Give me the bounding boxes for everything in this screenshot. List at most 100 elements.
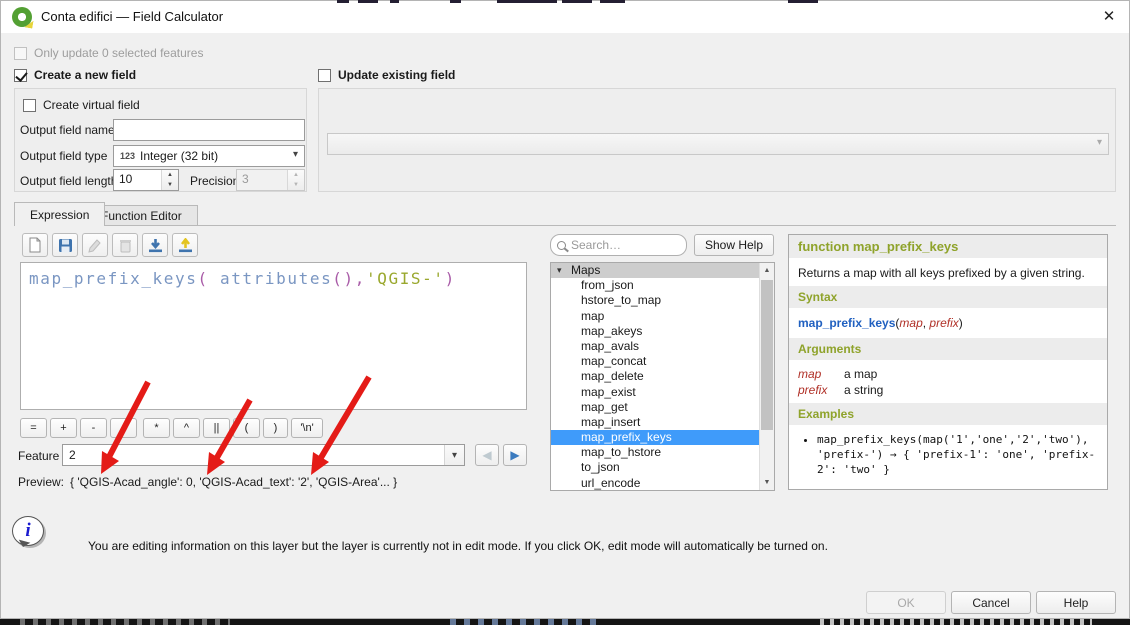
spin-up-icon: ▲ (288, 170, 304, 180)
spin-down-icon: ▼ (288, 180, 304, 190)
show-help-button[interactable]: Show Help (694, 234, 774, 256)
expression-inner-function: attributes (220, 269, 332, 288)
previous-feature-button[interactable]: ◀ (475, 444, 499, 466)
chevron-down-icon: ▾ (293, 149, 298, 160)
cancel-button[interactable]: Cancel (951, 591, 1031, 614)
help-syntax-heading: Syntax (789, 286, 1107, 308)
tree-collapse-icon[interactable]: ▾ (557, 263, 562, 278)
precision-value: 3 (242, 172, 249, 186)
help-arguments-heading: Arguments (789, 338, 1107, 360)
function-item[interactable]: map_exist (551, 385, 759, 400)
existing-field-select[interactable]: ▾ (327, 133, 1109, 155)
preview-value: { 'QGIS-Acad_angle': 0, 'QGIS-Acad_text'… (70, 475, 397, 489)
spin-down-icon[interactable]: ▼ (162, 180, 178, 190)
spinner-arrows[interactable]: ▲ ▼ (287, 170, 304, 190)
tab-expression[interactable]: Expression (14, 202, 105, 226)
search-icon (557, 241, 566, 250)
function-group-maps[interactable]: ▾ Maps (551, 263, 759, 278)
search-input[interactable] (571, 238, 680, 252)
output-field-name-input[interactable] (113, 119, 305, 141)
function-item[interactable]: map_insert (551, 415, 759, 430)
operator-button-plus[interactable]: + (50, 418, 77, 438)
help-example: map_prefix_keys(map('1','one','2','two')… (817, 433, 1107, 478)
scroll-up-icon[interactable]: ▲ (760, 263, 774, 278)
output-field-name-label: Output field name (20, 123, 115, 137)
function-group-label: Maps (571, 263, 600, 277)
new-expression-button[interactable] (22, 233, 48, 257)
output-field-type-select[interactable]: 123 Integer (32 bit) ▾ (113, 145, 305, 167)
arrow-up-tray-icon (178, 238, 193, 253)
function-item[interactable]: map_avals (551, 339, 759, 354)
expression-editor[interactable]: map_prefix_keys( attributes(),'QGIS-') (20, 262, 527, 410)
function-item[interactable]: map_get (551, 400, 759, 415)
function-item[interactable]: map_concat (551, 354, 759, 369)
next-feature-button[interactable]: ▶ (503, 444, 527, 466)
function-list-scrollbar[interactable]: ▲ ▼ (759, 263, 774, 490)
function-item[interactable]: map_to_hstore (551, 445, 759, 460)
operator-button-minus[interactable]: - (80, 418, 107, 438)
edit-expression-button[interactable] (82, 233, 108, 257)
function-item[interactable]: from_json (551, 278, 759, 293)
save-expression-button[interactable] (52, 233, 78, 257)
close-icon[interactable]: ✕ (1096, 5, 1122, 27)
feature-combobox[interactable]: 2 ▾ (62, 444, 465, 466)
function-item[interactable]: map_delete (551, 369, 759, 384)
spin-up-icon[interactable]: ▲ (162, 170, 178, 180)
operator-button-divide[interactable]: / (110, 418, 137, 438)
delete-expression-button[interactable] (112, 233, 138, 257)
preview-row: Preview: { 'QGIS-Acad_angle': 0, 'QGIS-Ac… (18, 475, 397, 489)
operator-button-multiply[interactable]: * (143, 418, 170, 438)
checkbox-icon[interactable] (23, 99, 36, 112)
background-app-artifacts (0, 0, 1130, 3)
spinner-arrows[interactable]: ▲ ▼ (161, 170, 178, 190)
feature-label: Feature (18, 449, 59, 463)
scroll-down-icon[interactable]: ▼ (760, 475, 774, 490)
checkbox-icon[interactable] (14, 47, 27, 60)
export-expression-button[interactable] (172, 233, 198, 257)
expression-string: 'QGIS-' (366, 269, 445, 288)
operator-button-open-paren[interactable]: ( (233, 418, 260, 438)
trash-icon (119, 238, 132, 253)
create-new-field-checkbox[interactable]: Create a new field (14, 67, 136, 83)
precision-label: Precision (190, 174, 239, 188)
output-field-length-stepper[interactable]: 10 ▲ ▼ (113, 169, 179, 191)
operator-button-equals[interactable]: = (20, 418, 47, 438)
only-update-checkbox[interactable]: Only update 0 selected features (14, 45, 203, 61)
tab-expression-label: Expression (30, 208, 89, 222)
function-item[interactable]: hstore_to_map (551, 293, 759, 308)
checkbox-checked-icon[interactable] (14, 69, 27, 82)
operator-button-close-paren[interactable]: ) (263, 418, 288, 438)
function-item-selected[interactable]: map_prefix_keys (551, 430, 759, 445)
function-item[interactable]: url_encode (551, 476, 759, 491)
function-item[interactable]: to_json (551, 460, 759, 475)
function-item[interactable]: map (551, 309, 759, 324)
output-field-type-value: Integer (32 bit) (140, 149, 218, 163)
help-examples-heading: Examples (789, 403, 1107, 425)
chevron-down-icon: ▾ (1097, 137, 1102, 148)
create-virtual-field-checkbox[interactable]: Create virtual field (23, 97, 140, 113)
title-bar: Conta edifici — Field Calculator ✕ (0, 0, 1130, 33)
function-search[interactable] (550, 234, 687, 256)
update-existing-field-checkbox[interactable]: Update existing field (318, 67, 455, 83)
checkbox-icon[interactable] (318, 69, 331, 82)
operator-button-newline[interactable]: '\n' (291, 418, 323, 438)
help-description: Returns a map with all keys prefixed by … (789, 258, 1107, 286)
chevron-down-icon[interactable]: ▾ (444, 445, 464, 465)
help-examples: map_prefix_keys(map('1','one','2','two')… (817, 433, 1107, 478)
preview-label: Preview: (18, 475, 64, 489)
edit-mode-notice: You are editing information on this laye… (88, 539, 828, 553)
function-help-panel: function map_prefix_keys Returns a map w… (788, 234, 1108, 490)
function-item[interactable]: map_akeys (551, 324, 759, 339)
new-file-icon (28, 237, 42, 253)
only-update-label: Only update 0 selected features (34, 46, 203, 60)
tab-function-editor-label: Function Editor (101, 209, 182, 223)
ok-button[interactable]: OK (866, 591, 946, 614)
help-button[interactable]: Help (1036, 591, 1116, 614)
scrollbar-thumb[interactable] (761, 280, 773, 430)
operator-button-power[interactable]: ^ (173, 418, 200, 438)
import-expression-button[interactable] (142, 233, 168, 257)
operator-button-concat[interactable]: || (203, 418, 230, 438)
update-existing-field-label: Update existing field (338, 68, 455, 82)
background-map-canvas (0, 619, 1130, 625)
precision-stepper[interactable]: 3 ▲ ▼ (236, 169, 305, 191)
